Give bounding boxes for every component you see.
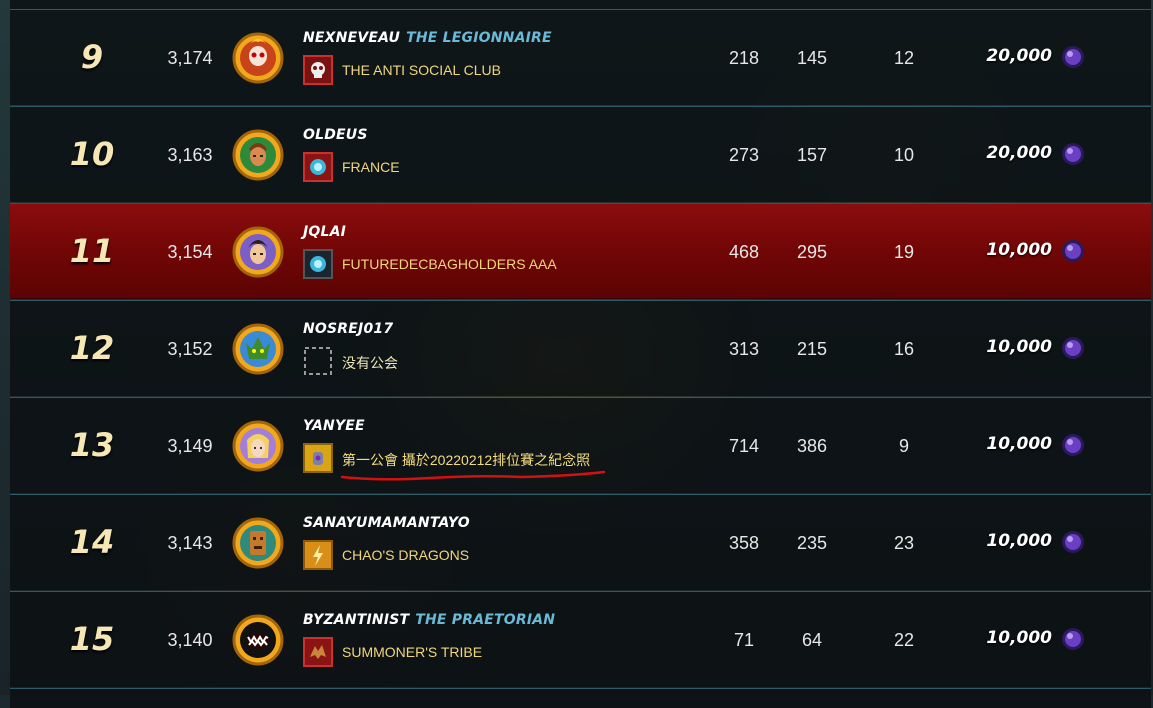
stat-column-3: 23	[893, 533, 915, 553]
skull-banner-icon	[303, 55, 333, 85]
potion-orb-icon	[1060, 529, 1086, 555]
stat-column-1: 71	[733, 630, 755, 650]
player-name-text[interactable]: YANYEE	[303, 418, 365, 434]
rank-number: 12	[69, 329, 115, 367]
stat-column-3: 10	[893, 145, 915, 165]
table-row[interactable]: 15 3,140 BYZANTINIST THE PRAETORIAN SUMMO…	[10, 591, 1151, 687]
stat-column-1: 468	[728, 242, 760, 262]
stat-column-2: 235	[796, 533, 828, 553]
player-title: THE LEGIONNAIRE	[406, 30, 552, 46]
rank-number: 13	[69, 426, 115, 464]
orb-banner-icon	[303, 249, 333, 279]
wolf-banner-icon	[303, 637, 333, 667]
red-annotation-underline	[340, 468, 606, 484]
stat-column-1: 273	[728, 145, 760, 165]
player-name[interactable]: SANAYUMAMANTAYO	[303, 515, 470, 531]
guild-name[interactable]: THE ANTI SOCIAL CLUB	[342, 62, 501, 78]
table-row-current-player[interactable]: 11 3,154 JQLAI FUTUREDECBAGHOLDERS AAA 4…	[10, 203, 1151, 299]
stat-column-3: 12	[893, 48, 915, 68]
reward-amount: 10,000	[986, 531, 1052, 551]
player-name-text[interactable]: SANAYUMAMANTAYO	[303, 515, 470, 531]
stat-column-1: 714	[728, 436, 760, 456]
guild-name[interactable]: CHAO'S DRAGONS	[342, 547, 469, 563]
warrior-avatar-icon[interactable]	[232, 129, 284, 181]
player-name-text[interactable]: NOSREJ017	[303, 321, 393, 337]
skull-flame-avatar-icon[interactable]	[232, 32, 284, 84]
reward-amount: 10,000	[986, 240, 1052, 260]
reward-amount: 20,000	[986, 46, 1052, 66]
leaderboard-table: 9 3,174 NEXNEVEAU THE LEGIONNAIRE THE ANT…	[10, 0, 1151, 708]
player-name-text[interactable]: NEXNEVEAU	[303, 30, 400, 46]
princess-avatar-icon[interactable]	[232, 420, 284, 472]
player-rating: 3,163	[167, 145, 213, 165]
stat-column-1: 218	[728, 48, 760, 68]
rank-number: 10	[69, 135, 115, 173]
stat-column-3: 9	[898, 436, 909, 456]
table-row[interactable]: 13 3,149 YANYEE 第一公會 攝於20220212排位賽之紀念照 7…	[10, 397, 1151, 493]
table-row[interactable]: 9 3,174 NEXNEVEAU THE LEGIONNAIRE THE ANT…	[10, 9, 1151, 105]
potion-orb-icon	[1060, 238, 1086, 264]
player-name[interactable]: BYZANTINIST THE PRAETORIAN	[303, 612, 555, 628]
player-rating: 3,154	[167, 242, 213, 262]
guild-name[interactable]: 第一公會 攝於20220212排位賽之紀念照	[342, 450, 590, 470]
potion-orb-icon	[1060, 141, 1086, 167]
player-rating: 3,149	[167, 436, 213, 456]
empty-guild-icon	[303, 346, 333, 376]
player-title: THE PRAETORIAN	[415, 612, 556, 628]
player-rating: 3,143	[167, 533, 213, 553]
hero-avatar-icon[interactable]	[232, 226, 284, 278]
rank-number: 9	[80, 38, 104, 76]
table-row[interactable]: 12 3,152 NOSREJ017 没有公会 313 215 16 10,00…	[10, 300, 1151, 396]
rank-number: 11	[69, 232, 115, 270]
table-row[interactable]: 14 3,143 SANAYUMAMANTAYO CHAO'S DRAGONS …	[10, 494, 1151, 590]
gauntlet-banner-icon	[303, 443, 333, 473]
player-name[interactable]: YANYEE	[303, 418, 365, 434]
reward-amount: 10,000	[986, 434, 1052, 454]
table-row	[10, 688, 1151, 708]
potion-orb-icon	[1060, 44, 1086, 70]
rank-number: 14	[69, 523, 115, 561]
player-rating: 3,140	[167, 630, 213, 650]
reward-amount: 10,000	[986, 337, 1052, 357]
stat-column-1: 313	[728, 339, 760, 359]
orb-banner-icon	[303, 152, 333, 182]
reward-amount: 20,000	[986, 143, 1052, 163]
totem-avatar-icon[interactable]	[232, 517, 284, 569]
stat-column-1: 358	[728, 533, 760, 553]
stat-column-3: 16	[893, 339, 915, 359]
rank-number: 15	[69, 620, 115, 658]
stat-column-2: 145	[796, 48, 828, 68]
stat-column-2: 295	[796, 242, 828, 262]
lightning-banner-icon	[303, 540, 333, 570]
player-name[interactable]: JQLAI	[303, 224, 346, 240]
reward-amount: 10,000	[986, 628, 1052, 648]
guild-name[interactable]: SUMMONER'S TRIBE	[342, 644, 482, 660]
table-row[interactable]: 10 3,163 OLDEUS FRANCE 273 157 10 20,000	[10, 106, 1151, 202]
player-name[interactable]: NEXNEVEAU THE LEGIONNAIRE	[303, 30, 552, 46]
guild-name[interactable]: FUTUREDECBAGHOLDERS AAA	[342, 256, 557, 272]
player-name-text[interactable]: BYZANTINIST	[303, 612, 409, 628]
stat-column-2: 215	[796, 339, 828, 359]
stat-column-3: 22	[893, 630, 915, 650]
potion-orb-icon	[1060, 335, 1086, 361]
goblin-avatar-icon[interactable]	[232, 323, 284, 375]
table-row	[10, 0, 1151, 9]
stat-column-2: 386	[796, 436, 828, 456]
player-rating: 3,174	[167, 48, 213, 68]
stat-column-3: 19	[893, 242, 915, 262]
player-name-text[interactable]: OLDEUS	[303, 127, 368, 143]
guild-name[interactable]: FRANCE	[342, 159, 400, 175]
stat-column-2: 64	[801, 630, 823, 650]
player-rating: 3,152	[167, 339, 213, 359]
player-name-text[interactable]: JQLAI	[303, 224, 346, 240]
guild-name: 没有公会	[342, 355, 398, 371]
potion-orb-icon	[1060, 626, 1086, 652]
stat-column-2: 157	[796, 145, 828, 165]
player-name[interactable]: OLDEUS	[303, 127, 368, 143]
player-name[interactable]: NOSREJ017	[303, 321, 393, 337]
monster-mouth-avatar-icon[interactable]	[232, 614, 284, 666]
potion-orb-icon	[1060, 432, 1086, 458]
